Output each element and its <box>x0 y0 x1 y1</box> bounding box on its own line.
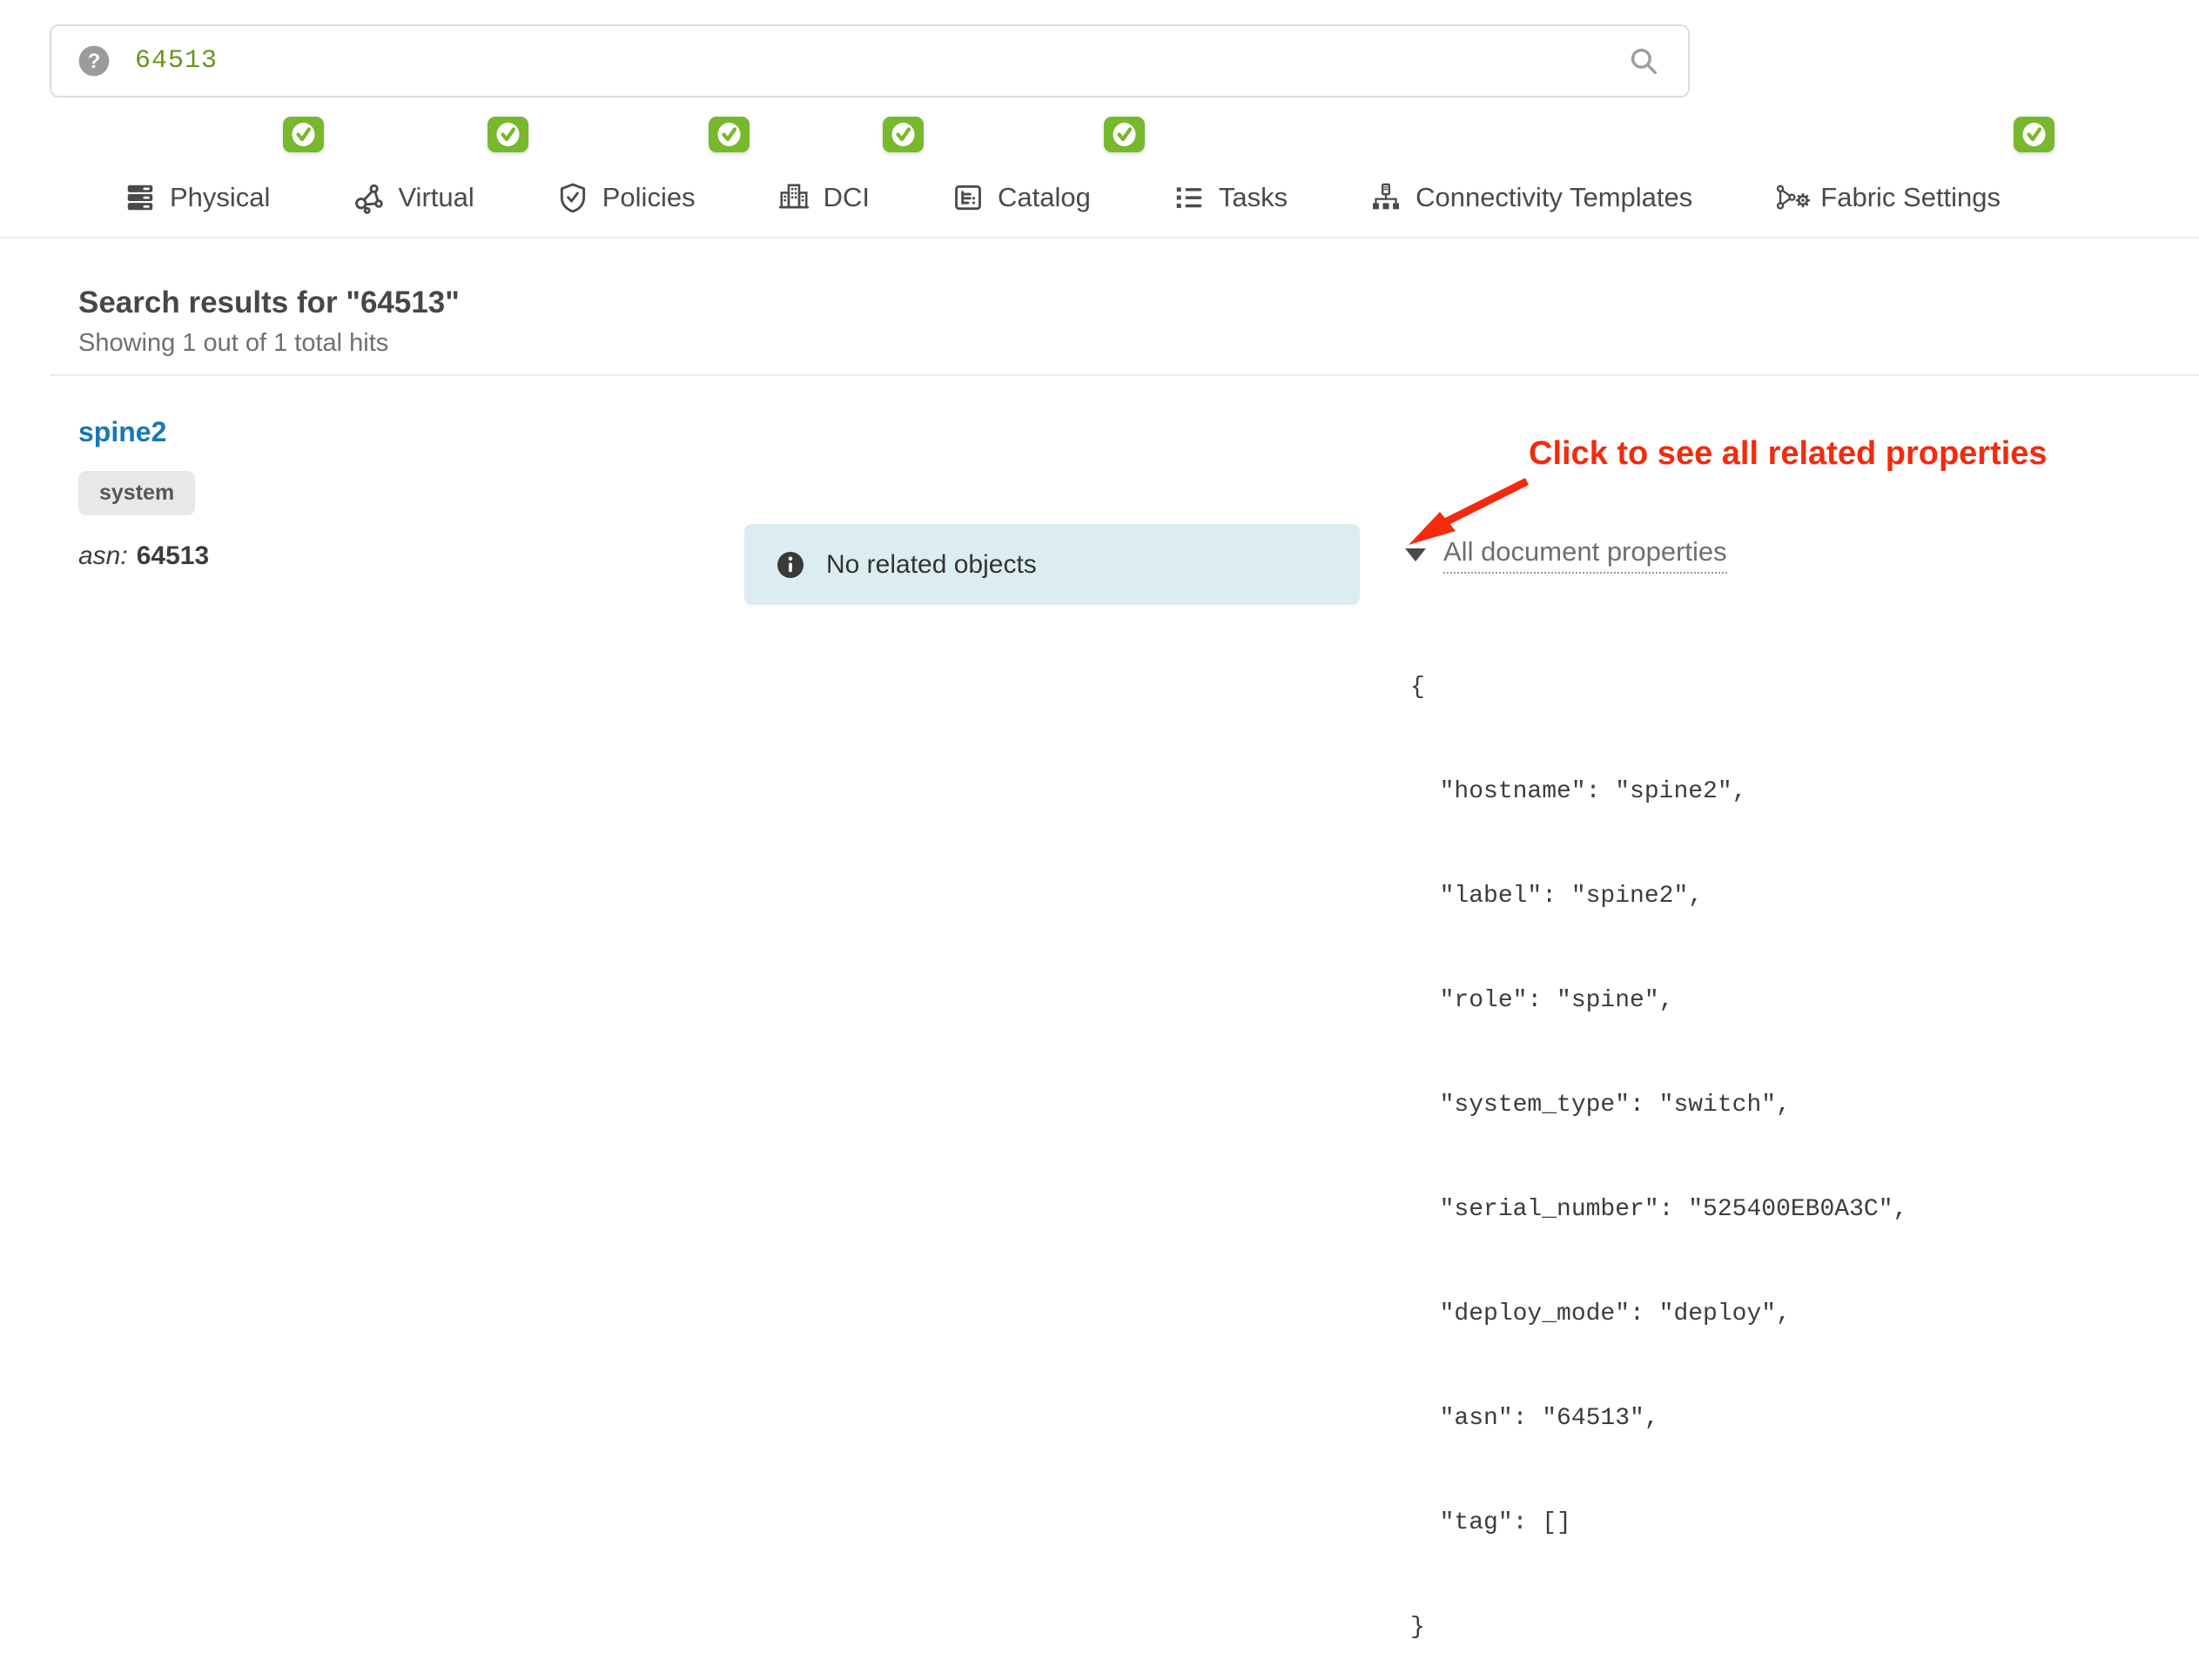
no-related-objects-box: No related objects <box>744 524 1360 605</box>
status-check-badge <box>1104 117 1145 152</box>
result-item: spine2 system asn: 64513 <box>78 416 209 571</box>
shield-check-icon <box>556 181 589 214</box>
task-list-icon <box>1173 181 1206 214</box>
asn-field: asn: 64513 <box>78 541 209 571</box>
help-icon[interactable]: ? <box>77 44 111 77</box>
nav-label: Physical <box>170 182 270 213</box>
fabric-gear-icon <box>1774 181 1807 214</box>
json-line: "serial_number": "525400EB0A3C", <box>1410 1193 1907 1227</box>
status-check-badge <box>488 117 528 152</box>
json-line: "tag": [] <box>1410 1506 1907 1541</box>
results-count: Showing 1 out of 1 total hits <box>78 329 460 358</box>
status-check-badge <box>883 117 924 152</box>
type-badge: system <box>78 471 195 515</box>
json-line: "deploy_mode": "deploy", <box>1410 1297 1907 1332</box>
status-check-badge <box>283 117 324 152</box>
json-line: } <box>1410 1610 1907 1645</box>
search-input[interactable] <box>133 45 1608 77</box>
datacenter-buildings-icon <box>777 181 810 214</box>
doc-properties-link: All document properties <box>1443 536 1727 574</box>
caret-down-icon <box>1405 548 1426 561</box>
field-label: asn: <box>78 541 128 570</box>
results-divider <box>50 374 2199 376</box>
nav-label: Connectivity Templates <box>1416 182 1692 213</box>
nav-item-virtual[interactable]: Virtual <box>352 171 474 225</box>
json-line: "asn": "64513", <box>1410 1401 1907 1436</box>
virtual-network-icon <box>352 181 385 214</box>
server-stack-icon <box>124 181 157 214</box>
annotation-text: Click to see all related properties <box>1529 435 2048 473</box>
nav-item-dci[interactable]: DCI <box>777 171 870 225</box>
main-nav: Physical Virtual <box>124 171 2001 225</box>
info-message: No related objects <box>826 550 1037 580</box>
nav-item-policies[interactable]: Policies <box>556 171 696 225</box>
search-bar: ? <box>50 24 1690 97</box>
nav-label: Virtual <box>398 182 474 213</box>
nav-divider <box>0 237 2199 239</box>
nav-item-catalog[interactable]: Catalog <box>952 171 1091 225</box>
status-check-badge <box>2014 117 2054 152</box>
json-line: "system_type": "switch", <box>1410 1088 1907 1123</box>
nav-label: Tasks <box>1219 182 1288 213</box>
nav-item-fabric-settings[interactable]: Fabric Settings <box>1774 171 2001 225</box>
info-icon <box>776 550 805 580</box>
all-document-properties-toggle[interactable]: All document properties <box>1405 536 1727 574</box>
search-icon[interactable] <box>1625 43 1662 79</box>
nav-item-connectivity-templates[interactable]: Connectivity Templates <box>1369 171 1692 225</box>
json-line: "role": "spine", <box>1410 984 1907 1018</box>
results-header: Search results for "64513" Showing 1 out… <box>78 286 460 358</box>
svg-text:?: ? <box>88 50 101 73</box>
result-link-spine2[interactable]: spine2 <box>78 416 166 448</box>
json-line: "label": "spine2", <box>1410 879 1907 914</box>
nav-label: Policies <box>602 182 696 213</box>
nav-label: DCI <box>824 182 870 213</box>
page-title: Search results for "64513" <box>78 286 460 320</box>
json-line: "hostname": "spine2", <box>1410 775 1907 810</box>
nav-label: Catalog <box>998 182 1091 213</box>
field-value: 64513 <box>137 541 209 570</box>
status-check-badge <box>709 117 750 152</box>
json-line: { <box>1410 670 1907 705</box>
document-properties-json: { "hostname": "spine2", "label": "spine2… <box>1410 601 1907 1680</box>
nav-item-physical[interactable]: Physical <box>124 171 270 225</box>
nav-label: Fabric Settings <box>1820 182 2001 213</box>
nav-item-tasks[interactable]: Tasks <box>1173 171 1288 225</box>
hierarchy-tree-icon <box>1369 181 1402 214</box>
catalog-box-icon <box>952 181 985 214</box>
